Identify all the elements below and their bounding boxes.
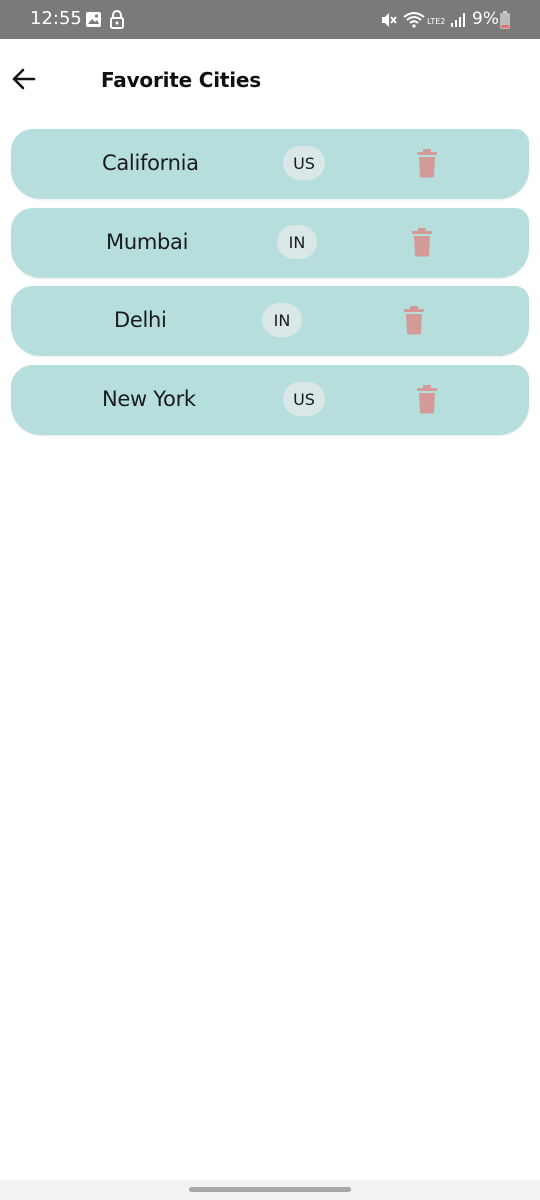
city-name: Mumbai	[106, 230, 189, 254]
delete-button[interactable]	[410, 227, 434, 257]
status-time: 12:55	[30, 8, 82, 29]
country-chip: IN	[262, 303, 302, 337]
trash-icon	[412, 228, 432, 257]
status-bar: 12:55 LTE2 9%	[0, 0, 540, 39]
network-label: LTE2	[427, 17, 446, 26]
country-chip: US	[283, 382, 325, 416]
trash-icon	[404, 306, 424, 335]
delete-button[interactable]	[402, 305, 426, 335]
image-icon	[86, 12, 101, 27]
battery-percent: 9%	[472, 9, 499, 29]
city-card-new-york[interactable]: New York US	[11, 365, 529, 435]
city-name: Delhi	[114, 308, 167, 332]
wifi-icon	[403, 12, 425, 28]
back-button[interactable]	[8, 63, 40, 95]
page-title: Favorite Cities	[101, 68, 261, 92]
country-chip: US	[283, 146, 325, 180]
arrow-left-icon	[12, 68, 36, 90]
city-name: California	[102, 151, 199, 175]
city-card-delhi[interactable]: Delhi IN	[11, 286, 529, 356]
delete-button[interactable]	[415, 148, 439, 178]
trash-icon	[417, 385, 437, 414]
lock-icon	[110, 10, 124, 29]
delete-button[interactable]	[415, 384, 439, 414]
home-indicator[interactable]	[189, 1187, 351, 1192]
battery-icon	[500, 11, 510, 29]
city-card-california[interactable]: California US	[11, 129, 529, 199]
mute-icon	[382, 13, 397, 27]
country-chip: IN	[277, 225, 317, 259]
city-name: New York	[102, 387, 196, 411]
trash-icon	[417, 149, 437, 178]
signal-icon	[451, 13, 465, 27]
city-card-mumbai[interactable]: Mumbai IN	[11, 208, 529, 278]
system-nav-bar	[0, 1180, 540, 1200]
